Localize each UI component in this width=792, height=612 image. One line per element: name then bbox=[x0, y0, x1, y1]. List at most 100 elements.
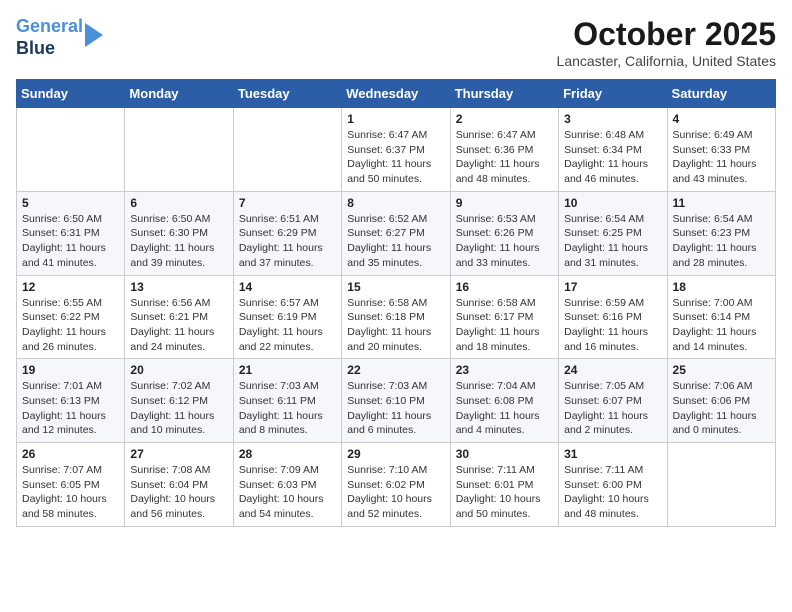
day-info: Sunrise: 7:08 AMSunset: 6:04 PMDaylight:… bbox=[130, 463, 227, 522]
day-info: Sunrise: 6:47 AMSunset: 6:37 PMDaylight:… bbox=[347, 128, 444, 187]
weekday-header-row: SundayMondayTuesdayWednesdayThursdayFrid… bbox=[17, 80, 776, 108]
calendar-cell: 22 Sunrise: 7:03 AMSunset: 6:10 PMDayligh… bbox=[342, 359, 450, 443]
calendar-cell: 25 Sunrise: 7:06 AMSunset: 6:06 PMDayligh… bbox=[667, 359, 775, 443]
day-info: Sunrise: 7:11 AMSunset: 6:00 PMDaylight:… bbox=[564, 463, 661, 522]
day-number: 4 bbox=[673, 112, 770, 126]
weekday-header-friday: Friday bbox=[559, 80, 667, 108]
calendar-week-5: 26 Sunrise: 7:07 AMSunset: 6:05 PMDayligh… bbox=[17, 443, 776, 527]
day-info: Sunrise: 7:11 AMSunset: 6:01 PMDaylight:… bbox=[456, 463, 553, 522]
weekday-header-wednesday: Wednesday bbox=[342, 80, 450, 108]
day-number: 15 bbox=[347, 280, 444, 294]
calendar-week-3: 12 Sunrise: 6:55 AMSunset: 6:22 PMDayligh… bbox=[17, 275, 776, 359]
calendar-cell bbox=[125, 108, 233, 192]
day-info: Sunrise: 7:00 AMSunset: 6:14 PMDaylight:… bbox=[673, 296, 770, 355]
day-number: 26 bbox=[22, 447, 119, 461]
day-number: 3 bbox=[564, 112, 661, 126]
day-info: Sunrise: 6:54 AMSunset: 6:23 PMDaylight:… bbox=[673, 212, 770, 271]
calendar-cell: 28Sunrise: 7:09 AMSunset: 6:03 PMDayligh… bbox=[233, 443, 341, 527]
day-number: 20 bbox=[130, 363, 227, 377]
calendar-cell: 3Sunrise: 6:48 AMSunset: 6:34 PMDaylight… bbox=[559, 108, 667, 192]
day-number: 31 bbox=[564, 447, 661, 461]
calendar-cell: 18 Sunrise: 7:00 AMSunset: 6:14 PMDayligh… bbox=[667, 275, 775, 359]
calendar-cell: 5 Sunrise: 6:50 AMSunset: 6:31 PMDaylight… bbox=[17, 191, 125, 275]
day-info: Sunrise: 7:07 AMSunset: 6:05 PMDaylight:… bbox=[22, 463, 119, 522]
day-info: Sunrise: 6:59 AMSunset: 6:16 PMDaylight:… bbox=[564, 296, 661, 355]
day-info: Sunrise: 6:53 AMSunset: 6:26 PMDaylight:… bbox=[456, 212, 553, 271]
day-info: Sunrise: 7:03 AMSunset: 6:10 PMDaylight:… bbox=[347, 379, 444, 438]
calendar-cell: 14 Sunrise: 6:57 AMSunset: 6:19 PMDayligh… bbox=[233, 275, 341, 359]
day-number: 29 bbox=[347, 447, 444, 461]
location-text: Lancaster, California, United States bbox=[557, 53, 776, 69]
day-info: Sunrise: 7:06 AMSunset: 6:06 PMDaylight:… bbox=[673, 379, 770, 438]
calendar-cell: 2Sunrise: 6:47 AMSunset: 6:36 PMDaylight… bbox=[450, 108, 558, 192]
day-info: Sunrise: 6:49 AMSunset: 6:33 PMDaylight:… bbox=[673, 128, 770, 187]
calendar-cell: 31 Sunrise: 7:11 AMSunset: 6:00 PMDayligh… bbox=[559, 443, 667, 527]
day-info: Sunrise: 6:58 AMSunset: 6:18 PMDaylight:… bbox=[347, 296, 444, 355]
day-info: Sunrise: 6:57 AMSunset: 6:19 PMDaylight:… bbox=[239, 296, 336, 355]
calendar-table: SundayMondayTuesdayWednesdayThursdayFrid… bbox=[16, 79, 776, 527]
day-number: 11 bbox=[673, 196, 770, 210]
day-info: Sunrise: 7:10 AMSunset: 6:02 PMDaylight:… bbox=[347, 463, 444, 522]
page-header: GeneralBlue October 2025 Lancaster, Cali… bbox=[16, 16, 776, 69]
day-info: Sunrise: 7:03 AMSunset: 6:11 PMDaylight:… bbox=[239, 379, 336, 438]
calendar-cell: 27 Sunrise: 7:08 AMSunset: 6:04 PMDayligh… bbox=[125, 443, 233, 527]
day-info: Sunrise: 7:04 AMSunset: 6:08 PMDaylight:… bbox=[456, 379, 553, 438]
calendar-week-4: 19 Sunrise: 7:01 AMSunset: 6:13 PMDayligh… bbox=[17, 359, 776, 443]
calendar-cell: 1Sunrise: 6:47 AMSunset: 6:37 PMDaylight… bbox=[342, 108, 450, 192]
day-info: Sunrise: 7:01 AMSunset: 6:13 PMDaylight:… bbox=[22, 379, 119, 438]
calendar-week-1: 1Sunrise: 6:47 AMSunset: 6:37 PMDaylight… bbox=[17, 108, 776, 192]
day-info: Sunrise: 6:50 AMSunset: 6:31 PMDaylight:… bbox=[22, 212, 119, 271]
day-number: 12 bbox=[22, 280, 119, 294]
day-info: Sunrise: 6:50 AMSunset: 6:30 PMDaylight:… bbox=[130, 212, 227, 271]
day-info: Sunrise: 7:09 AMSunset: 6:03 PMDaylight:… bbox=[239, 463, 336, 522]
day-info: Sunrise: 6:52 AMSunset: 6:27 PMDaylight:… bbox=[347, 212, 444, 271]
day-number: 6 bbox=[130, 196, 227, 210]
calendar-cell: 24Sunrise: 7:05 AMSunset: 6:07 PMDayligh… bbox=[559, 359, 667, 443]
day-number: 13 bbox=[130, 280, 227, 294]
weekday-header-monday: Monday bbox=[125, 80, 233, 108]
calendar-cell bbox=[667, 443, 775, 527]
calendar-cell: 6 Sunrise: 6:50 AMSunset: 6:30 PMDaylight… bbox=[125, 191, 233, 275]
day-info: Sunrise: 6:55 AMSunset: 6:22 PMDaylight:… bbox=[22, 296, 119, 355]
day-number: 8 bbox=[347, 196, 444, 210]
day-info: Sunrise: 7:02 AMSunset: 6:12 PMDaylight:… bbox=[130, 379, 227, 438]
calendar-cell: 12 Sunrise: 6:55 AMSunset: 6:22 PMDayligh… bbox=[17, 275, 125, 359]
day-number: 30 bbox=[456, 447, 553, 461]
calendar-cell: 9Sunrise: 6:53 AMSunset: 6:26 PMDaylight… bbox=[450, 191, 558, 275]
day-number: 27 bbox=[130, 447, 227, 461]
day-number: 16 bbox=[456, 280, 553, 294]
weekday-header-saturday: Saturday bbox=[667, 80, 775, 108]
day-number: 14 bbox=[239, 280, 336, 294]
logo: GeneralBlue bbox=[16, 16, 103, 59]
weekday-header-tuesday: Tuesday bbox=[233, 80, 341, 108]
calendar-cell: 7Sunrise: 6:51 AMSunset: 6:29 PMDaylight… bbox=[233, 191, 341, 275]
calendar-cell: 17 Sunrise: 6:59 AMSunset: 6:16 PMDayligh… bbox=[559, 275, 667, 359]
day-info: Sunrise: 6:54 AMSunset: 6:25 PMDaylight:… bbox=[564, 212, 661, 271]
day-number: 18 bbox=[673, 280, 770, 294]
logo-arrow-icon bbox=[85, 23, 103, 47]
calendar-cell bbox=[233, 108, 341, 192]
calendar-cell: 13Sunrise: 6:56 AMSunset: 6:21 PMDayligh… bbox=[125, 275, 233, 359]
day-number: 10 bbox=[564, 196, 661, 210]
day-number: 22 bbox=[347, 363, 444, 377]
calendar-week-2: 5 Sunrise: 6:50 AMSunset: 6:31 PMDaylight… bbox=[17, 191, 776, 275]
day-number: 23 bbox=[456, 363, 553, 377]
day-info: Sunrise: 6:58 AMSunset: 6:17 PMDaylight:… bbox=[456, 296, 553, 355]
calendar-cell: 11 Sunrise: 6:54 AMSunset: 6:23 PMDayligh… bbox=[667, 191, 775, 275]
weekday-header-sunday: Sunday bbox=[17, 80, 125, 108]
day-number: 2 bbox=[456, 112, 553, 126]
calendar-cell: 30 Sunrise: 7:11 AMSunset: 6:01 PMDayligh… bbox=[450, 443, 558, 527]
weekday-header-thursday: Thursday bbox=[450, 80, 558, 108]
day-number: 17 bbox=[564, 280, 661, 294]
calendar-cell: 4 Sunrise: 6:49 AMSunset: 6:33 PMDaylight… bbox=[667, 108, 775, 192]
day-number: 19 bbox=[22, 363, 119, 377]
day-number: 24 bbox=[564, 363, 661, 377]
day-number: 25 bbox=[673, 363, 770, 377]
day-number: 5 bbox=[22, 196, 119, 210]
calendar-cell: 29 Sunrise: 7:10 AMSunset: 6:02 PMDayligh… bbox=[342, 443, 450, 527]
calendar-cell: 19 Sunrise: 7:01 AMSunset: 6:13 PMDayligh… bbox=[17, 359, 125, 443]
calendar-cell: 8 Sunrise: 6:52 AMSunset: 6:27 PMDaylight… bbox=[342, 191, 450, 275]
calendar-cell: 10 Sunrise: 6:54 AMSunset: 6:25 PMDayligh… bbox=[559, 191, 667, 275]
day-info: Sunrise: 6:51 AMSunset: 6:29 PMDaylight:… bbox=[239, 212, 336, 271]
calendar-cell: 26 Sunrise: 7:07 AMSunset: 6:05 PMDayligh… bbox=[17, 443, 125, 527]
